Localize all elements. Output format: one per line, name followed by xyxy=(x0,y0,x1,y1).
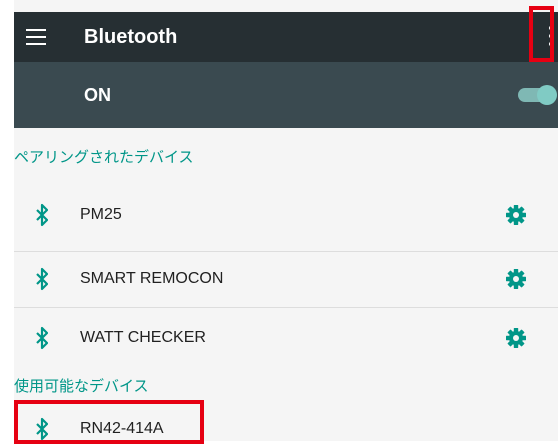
paired-devices-header: ペアリングされたデバイス xyxy=(14,149,194,166)
gear-icon[interactable] xyxy=(506,269,526,289)
paired-device-row-smart-remocon[interactable]: SMART REMOCON xyxy=(14,252,558,306)
device-name: WATT CHECKER xyxy=(80,329,206,346)
bluetooth-settings-screen: Bluetooth ON ペアリングされたデバイス PM25 SMART REM… xyxy=(14,0,558,441)
divider xyxy=(14,307,558,308)
page-title: Bluetooth xyxy=(84,26,178,48)
gear-icon[interactable] xyxy=(506,205,526,225)
bluetooth-state-label: ON xyxy=(84,85,111,105)
hamburger-menu-icon[interactable] xyxy=(26,29,46,45)
bluetooth-icon xyxy=(36,203,48,227)
bluetooth-toggle-row[interactable]: ON xyxy=(14,62,558,128)
available-devices-header: 使用可能なデバイス xyxy=(14,378,149,395)
device-name: PM25 xyxy=(80,206,122,223)
device-name: RN42-414A xyxy=(80,420,164,437)
device-name: SMART REMOCON xyxy=(80,270,224,287)
app-bar: Bluetooth xyxy=(14,12,558,62)
paired-device-row-watt-checker[interactable]: WATT CHECKER xyxy=(14,311,558,365)
bluetooth-icon xyxy=(36,417,48,441)
available-device-row-rn42-414a[interactable]: RN42-414A xyxy=(14,402,558,441)
bluetooth-switch[interactable] xyxy=(518,85,558,105)
gear-icon[interactable] xyxy=(506,328,526,348)
more-vert-icon[interactable] xyxy=(536,12,558,62)
paired-device-row-pm25[interactable]: PM25 xyxy=(14,188,558,242)
bluetooth-icon xyxy=(36,326,48,350)
bluetooth-icon xyxy=(36,267,48,291)
